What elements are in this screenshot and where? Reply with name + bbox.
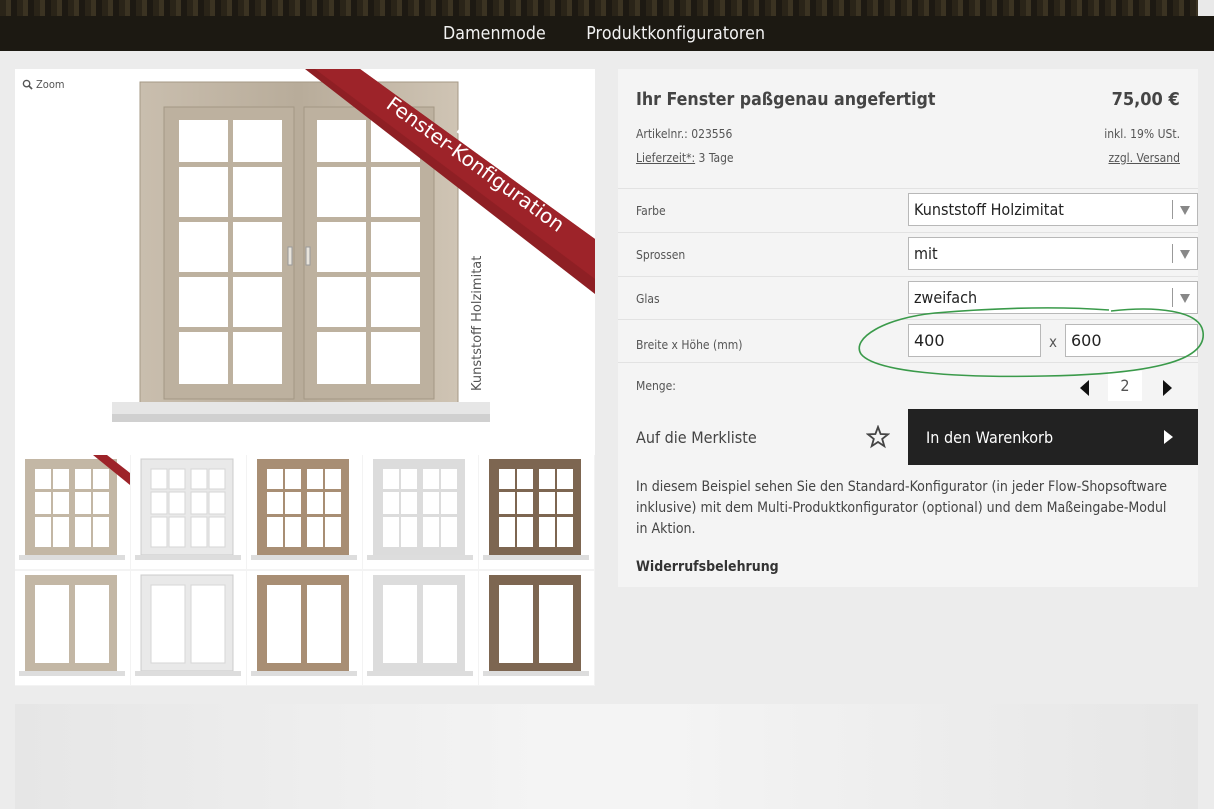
glass-label: Glas [636, 292, 660, 306]
delivery-label-link[interactable]: Lieferzeit*: [636, 151, 695, 165]
magnifier-icon [22, 79, 33, 90]
nav-item-produktkonfiguratoren[interactable]: Produktkonfiguratoren [586, 23, 765, 44]
star-icon [866, 425, 890, 449]
zoom-label: Zoom [36, 78, 65, 91]
thumbnail-grid [15, 455, 595, 686]
divider [618, 232, 1198, 233]
thumbnail-2[interactable] [131, 455, 246, 569]
shipping-link[interactable]: zzgl. Versand [1108, 151, 1180, 165]
product-price: 75,00 € [1111, 89, 1180, 110]
divider [618, 319, 1198, 320]
main-product-image[interactable]: Kunststoff Holzimitat BEISPIEL Fenster-K… [15, 69, 595, 454]
thumbnail-5[interactable] [479, 455, 594, 569]
bars-label: Sprossen [636, 248, 686, 262]
dimensions-label: Breite x Höhe (mm) [636, 338, 743, 352]
delivery-time: Lieferzeit*: 3 Tage [636, 151, 734, 165]
chevron-down-icon [1180, 206, 1190, 215]
color-select[interactable]: Kunststoff Holzimitat [908, 193, 1198, 226]
nav-item-damenmode[interactable]: Damenmode [443, 23, 546, 44]
footer-area [15, 704, 1198, 809]
width-input[interactable]: 400 [908, 324, 1041, 357]
zoom-control[interactable]: Zoom [22, 78, 65, 91]
bars-select[interactable]: mit [908, 237, 1198, 270]
material-caption: Kunststoff Holzimitat [470, 256, 485, 391]
thumbnail-6[interactable] [15, 571, 130, 685]
color-label: Farbe [636, 204, 666, 218]
thumbnail-3[interactable] [247, 455, 362, 569]
product-description: In diesem Beispiel sehen Sie den Standar… [636, 479, 1168, 537]
cart-label: In den Warenkorb [926, 428, 1054, 447]
times-sign: x [1049, 333, 1057, 351]
quantity-label: Menge: [636, 379, 676, 393]
thumbnail-9[interactable] [363, 571, 478, 685]
product-panel: Ihr Fenster paßgenau angefertigt 75,00 €… [618, 69, 1198, 587]
thumbnail-4[interactable] [363, 455, 478, 569]
glass-select[interactable]: zweifach [908, 281, 1198, 314]
article-number: Artikelnr.: 023556 [636, 127, 732, 141]
delivery-value: 3 Tage [698, 151, 734, 165]
divider [618, 188, 1198, 189]
thumbnail-7[interactable] [131, 571, 246, 685]
tax-note: inkl. 19% USt. [1104, 127, 1180, 141]
quantity-stepper[interactable]: 2 [1108, 371, 1142, 401]
quantity-decrease-icon[interactable] [1080, 380, 1089, 396]
main-nav: Damenmode Produktkonfiguratoren [0, 16, 1214, 51]
product-title: Ihr Fenster paßgenau angefertigt [636, 89, 936, 110]
wishlist-label: Auf die Merkliste [636, 428, 757, 447]
add-to-cart-button[interactable]: In den Warenkorb [908, 409, 1198, 465]
thumbnail-8[interactable] [247, 571, 362, 685]
article-value: 023556 [691, 127, 733, 141]
chevron-down-icon [1180, 294, 1190, 303]
glass-select-value: zweifach [914, 288, 978, 307]
divider [618, 276, 1198, 277]
article-label: Artikelnr.: [636, 127, 688, 141]
wishlist-button[interactable]: Auf die Merkliste [618, 409, 908, 465]
window-illustration: Kunststoff Holzimitat BEISPIEL Fenster-K… [112, 69, 595, 422]
quantity-increase-icon[interactable] [1163, 380, 1172, 396]
header-decor-band [0, 0, 1214, 16]
revocation-link[interactable]: Widerrufsbelehrung [636, 559, 779, 575]
divider [618, 362, 1198, 363]
product-gallery: Kunststoff Holzimitat BEISPIEL Fenster-K… [15, 69, 595, 686]
height-input[interactable]: 600 [1065, 324, 1198, 357]
chevron-down-icon [1180, 250, 1190, 259]
thumbnail-1[interactable] [15, 455, 130, 569]
thumbnail-10[interactable] [479, 571, 594, 685]
color-select-value: Kunststoff Holzimitat [914, 200, 1064, 219]
chevron-right-icon [1164, 430, 1173, 444]
bars-select-value: mit [914, 244, 938, 263]
